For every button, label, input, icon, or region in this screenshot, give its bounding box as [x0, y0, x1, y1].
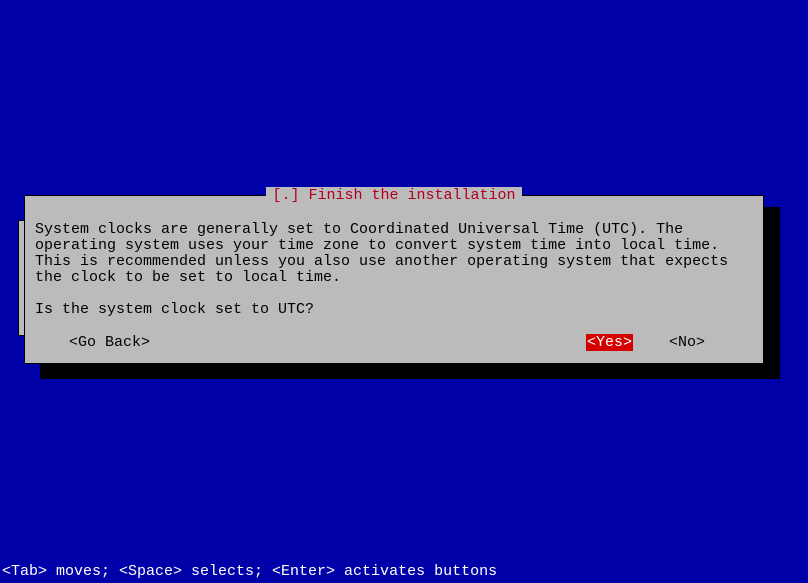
no-button[interactable]: <No>	[669, 334, 705, 351]
dialog-title: [.] Finish the installation	[266, 187, 521, 204]
dialog-finish-installation: [.] Finish the installation System clock…	[24, 195, 764, 364]
yes-button[interactable]: <Yes>	[586, 334, 633, 351]
dialog-title-row: [.] Finish the installation	[35, 187, 753, 204]
dialog-button-row: <Go Back> <Yes> <No>	[35, 334, 753, 351]
dialog-question: Is the system clock set to UTC?	[35, 302, 753, 318]
dialog-body-text: System clocks are generally set to Coord…	[35, 222, 753, 286]
footer-hint: <Tab> moves; <Space> selects; <Enter> ac…	[0, 563, 808, 581]
go-back-button[interactable]: <Go Back>	[69, 334, 150, 351]
